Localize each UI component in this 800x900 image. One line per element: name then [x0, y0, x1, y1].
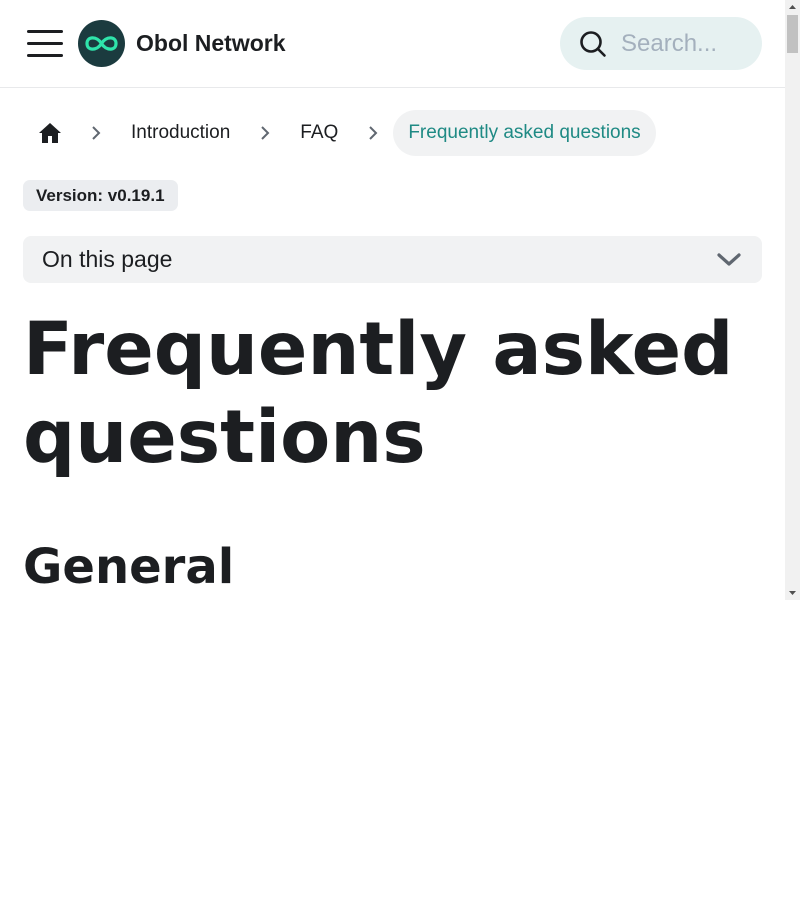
chevron-right-icon — [245, 125, 285, 141]
search-box[interactable] — [560, 17, 762, 70]
search-icon — [580, 30, 606, 57]
vertical-scrollbar[interactable] — [785, 0, 800, 600]
chevron-down-icon — [717, 253, 741, 266]
breadcrumb-item-faq[interactable]: FAQ — [285, 110, 353, 156]
home-icon[interactable] — [24, 110, 76, 156]
page-viewport: Obol Network Introduction FAQ Frequently… — [0, 0, 785, 600]
page-title: Frequently asked questions — [23, 307, 734, 480]
scroll-down-arrow-icon[interactable] — [785, 585, 800, 600]
search-input[interactable] — [619, 28, 753, 59]
on-this-page-toggle[interactable]: On this page — [23, 236, 762, 283]
brand-name[interactable]: Obol Network — [136, 30, 286, 57]
chevron-right-icon — [76, 125, 116, 141]
obol-logo-icon[interactable] — [78, 20, 125, 67]
chevron-right-icon — [353, 125, 393, 141]
section-heading-general: General — [23, 539, 235, 595]
breadcrumb-item-current: Frequently asked questions — [393, 110, 656, 156]
version-badge: Version: v0.19.1 — [23, 180, 178, 211]
breadcrumb-item-introduction[interactable]: Introduction — [116, 110, 245, 156]
scroll-up-arrow-icon[interactable] — [785, 0, 800, 15]
top-navbar: Obol Network — [0, 0, 785, 88]
toc-label: On this page — [42, 246, 173, 272]
breadcrumb: Introduction FAQ Frequently asked questi… — [24, 110, 656, 156]
hamburger-icon[interactable] — [24, 26, 66, 60]
scrollbar-thumb[interactable] — [787, 15, 798, 53]
